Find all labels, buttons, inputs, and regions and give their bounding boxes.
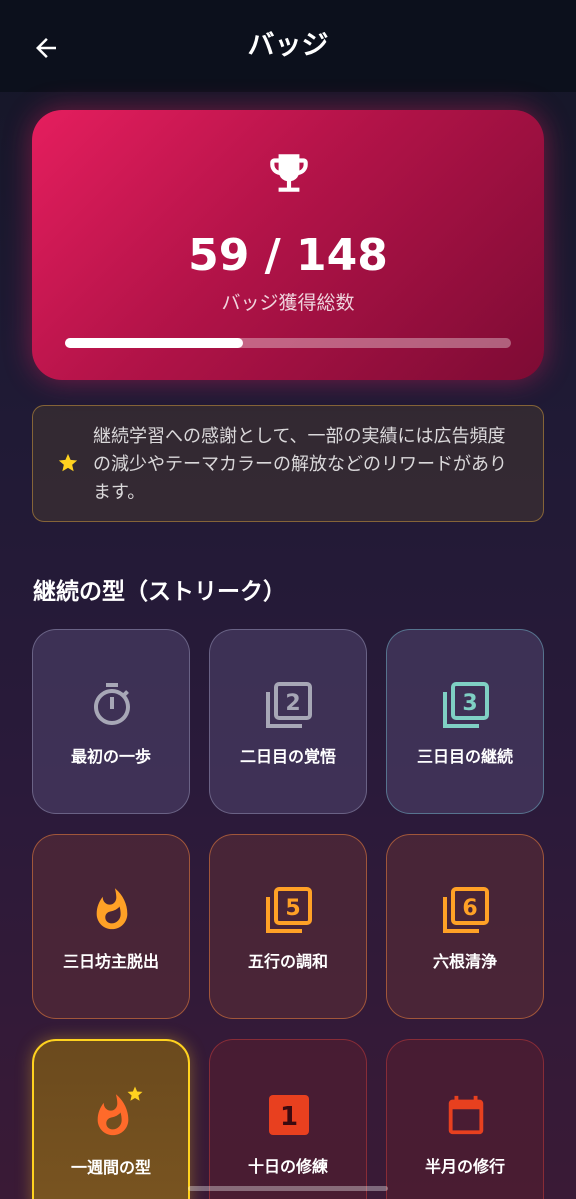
badge-card[interactable]: 1 十日の修練 (209, 1039, 367, 1199)
badge-count-caption: バッジ獲得総数 (221, 292, 355, 314)
badge-card[interactable]: 6 六根清浄 (386, 834, 544, 1019)
svg-text:5: 5 (285, 896, 300, 921)
badge-count: 59 / 148 (188, 230, 388, 281)
badge-summary-card: 59 / 148 バッジ獲得総数 (32, 110, 544, 380)
badge-card[interactable]: 2 二日目の覚悟 (209, 629, 367, 814)
calendar-icon (448, 1095, 484, 1135)
page-title: バッジ (247, 30, 329, 61)
star-icon (58, 453, 78, 472)
filter-3-icon: 3 (443, 682, 489, 728)
svg-text:1: 1 (280, 1102, 298, 1132)
badge-label: 六根清浄 (432, 952, 497, 971)
svg-text:3: 3 (462, 691, 477, 716)
app-bar: バッジ (0, 0, 576, 92)
reward-notice: 継続学習への感謝として、一部の実績には広告頻度の減少やテーマカラーの解放などのリ… (32, 405, 544, 522)
badge-card-earned[interactable]: 一週間の型 (32, 1039, 190, 1199)
filter-6-icon: 6 (443, 887, 489, 933)
badge-label: 十日の修練 (247, 1157, 328, 1176)
filter-5-icon: 5 (266, 887, 312, 933)
badge-progress-fill (65, 338, 244, 348)
badge-label: 三日目の継続 (416, 747, 513, 766)
badge-label: 二日目の覚悟 (239, 747, 336, 766)
badge-card[interactable]: 半月の修行 (386, 1039, 544, 1199)
svg-text:2: 2 (285, 691, 300, 716)
badge-card[interactable]: 5 五行の調和 (209, 834, 367, 1019)
badge-progress-bar (65, 338, 511, 348)
trophy-icon (270, 154, 308, 192)
badge-label: 一週間の型 (70, 1158, 151, 1177)
badge-card[interactable]: 3 三日目の継続 (386, 629, 544, 814)
badge-label: 半月の修行 (424, 1157, 505, 1176)
home-indicator[interactable] (188, 1186, 388, 1191)
badge-label: 五行の調和 (247, 952, 328, 971)
svg-text:6: 6 (462, 896, 477, 921)
badge-label: 最初の一歩 (70, 747, 151, 766)
filter-2-icon: 2 (266, 682, 312, 728)
flame-icon (96, 888, 128, 930)
calendar-1-icon: 1 (269, 1095, 309, 1135)
badge-card[interactable]: 三日坊主脱出 (32, 834, 190, 1019)
badge-label: 三日坊主脱出 (62, 952, 159, 971)
badge-card[interactable]: 最初の一歩 (32, 629, 190, 814)
stopwatch-icon (94, 683, 130, 725)
reward-notice-text: 継続学習への感謝として、一部の実績には広告頻度の減少やテーマカラーの解放などのリ… (93, 426, 507, 503)
star-icon (127, 1086, 143, 1101)
section-title-streak: 継続の型（ストリーク） (33, 579, 286, 605)
